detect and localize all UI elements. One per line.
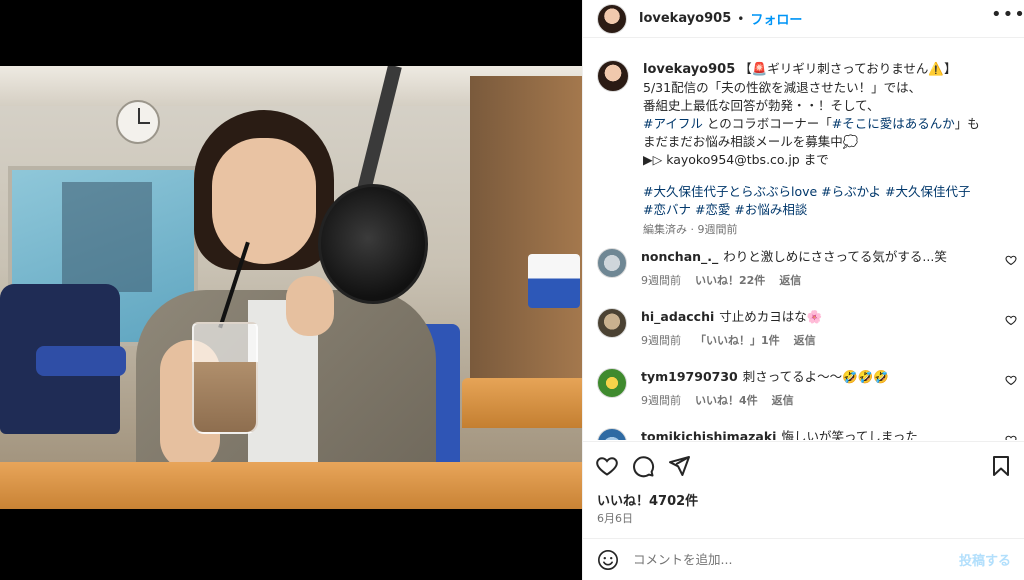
share-paper-plane-icon[interactable]: [667, 454, 691, 478]
photo-wood-wall: [470, 76, 582, 406]
add-comment-bar: 投稿する: [583, 538, 1024, 580]
comment-time[interactable]: 9週間前: [641, 394, 681, 407]
post-side-panel: lovekayo905 • フォロー ••• lovekayo905 【🚨ギリギ…: [582, 0, 1024, 580]
comment-item: hi_adacchi 寸止めカヨはな🌸 9週間前 「いいね！」1件 返信: [597, 308, 1017, 348]
author-avatar[interactable]: [597, 3, 627, 34]
commenter-avatar[interactable]: [597, 248, 627, 278]
comments-section[interactable]: lovekayo905 【🚨ギリギリ刺さっておりません⚠️】 5/31配信の「夫…: [583, 48, 1024, 440]
caption-meta: 編集済み · 9週間前: [643, 223, 738, 236]
reply-button[interactable]: 返信: [794, 334, 816, 347]
comment-likes[interactable]: いいね！4件: [695, 394, 758, 407]
comment-text: 刺さってるよ〜〜🤣🤣🤣: [742, 369, 889, 384]
caption-line: 番組史上最低な回答が勃発・・！そして、: [643, 98, 880, 113]
commenter-username[interactable]: hi_adacchi: [641, 309, 714, 324]
comment-likes[interactable]: いいね！22件: [695, 274, 765, 287]
like-heart-icon[interactable]: [595, 454, 619, 478]
hashtag-link[interactable]: #そこに愛はあるんか: [832, 116, 955, 131]
comment-heart-icon[interactable]: [1005, 434, 1017, 440]
caption-username[interactable]: lovekayo905: [643, 62, 735, 77]
caption-line: 5/31配信の「夫の性欲を減退させたい！」では、: [643, 80, 922, 95]
caption-line: ▶︎▷ kayoko954@tbs.co.jp まで: [643, 152, 829, 167]
comment-heart-icon[interactable]: [1005, 254, 1017, 266]
post-photo[interactable]: [0, 66, 582, 509]
reply-button[interactable]: 返信: [779, 274, 801, 287]
comment-item: tomikichishimazaki 悔しいが笑ってしまった: [597, 428, 1017, 440]
photo-jar: [528, 254, 580, 308]
comment-time[interactable]: 9週間前: [641, 334, 681, 347]
comment-input[interactable]: [633, 552, 953, 567]
photo-person: [136, 110, 436, 509]
comment-bubble-icon[interactable]: [631, 454, 655, 478]
comment-item: tym19790730 刺さってるよ〜〜🤣🤣🤣 9週間前 いいね！4件 返信: [597, 368, 1017, 408]
author-username[interactable]: lovekayo905: [639, 11, 731, 26]
commenter-username[interactable]: nonchan_._: [641, 249, 718, 264]
comment-text: 寸止めカヨはな🌸: [719, 309, 823, 324]
photo-pop-filter: [318, 184, 428, 304]
commenter-username[interactable]: tym19790730: [641, 369, 738, 384]
post-caption: lovekayo905 【🚨ギリギリ刺さっておりません⚠️】 5/31配信の「夫…: [597, 60, 1017, 239]
hashtag-links[interactable]: #大久保佳代子とらぶぶらlove #らぶかよ #大久保佳代子: [643, 183, 1013, 201]
hashtag-link[interactable]: #アイフル: [643, 116, 703, 131]
post-date[interactable]: 6月6日: [597, 510, 633, 526]
commenter-username[interactable]: tomikichishimazaki: [641, 429, 776, 440]
photo-side-desk: [462, 378, 582, 428]
comment-time[interactable]: 9週間前: [641, 274, 681, 287]
comment-item: nonchan_._ わりと激しめにささってる気がする...笑 9週間前 いいね！2…: [597, 248, 1017, 288]
post-media-panel: [0, 0, 582, 580]
post-header: lovekayo905 • フォロー •••: [583, 0, 1024, 38]
likes-count[interactable]: いいね！4702件: [597, 490, 698, 509]
emoji-smiley-icon[interactable]: [597, 549, 619, 571]
comment-heart-icon[interactable]: [1005, 374, 1017, 386]
comment-likes[interactable]: 「いいね！」1件: [695, 334, 780, 347]
post-comment-button[interactable]: 投稿する: [959, 550, 1011, 569]
photo-desk: [0, 462, 582, 509]
caption-avatar[interactable]: [597, 60, 629, 92]
caption-line: まだまだお悩み相談メールを募集中💭: [643, 134, 859, 149]
follow-button[interactable]: フォロー: [750, 9, 802, 28]
bookmark-icon[interactable]: [989, 454, 1013, 478]
caption-line: 【🚨ギリギリ刺さっておりません⚠️】: [739, 61, 957, 76]
commenter-avatar[interactable]: [597, 368, 627, 398]
caption-text: 」も: [954, 116, 980, 131]
post-actions-bar: [583, 441, 1024, 489]
commenter-avatar[interactable]: [597, 308, 627, 338]
comment-heart-icon[interactable]: [1005, 314, 1017, 326]
caption-text: とのコラボコーナー「: [702, 116, 832, 131]
hashtag-links[interactable]: #恋バナ #恋愛 #お悩み相談: [643, 201, 1013, 219]
comment-text: わりと激しめにささってる気がする...笑: [723, 249, 947, 264]
separator-dot: •: [737, 11, 745, 26]
comment-text: 悔しいが笑ってしまった: [781, 429, 918, 440]
reply-button[interactable]: 返信: [772, 394, 794, 407]
commenter-avatar[interactable]: [597, 428, 627, 440]
more-options-icon[interactable]: •••: [991, 6, 1024, 28]
photo-chair-seat: [36, 346, 126, 376]
